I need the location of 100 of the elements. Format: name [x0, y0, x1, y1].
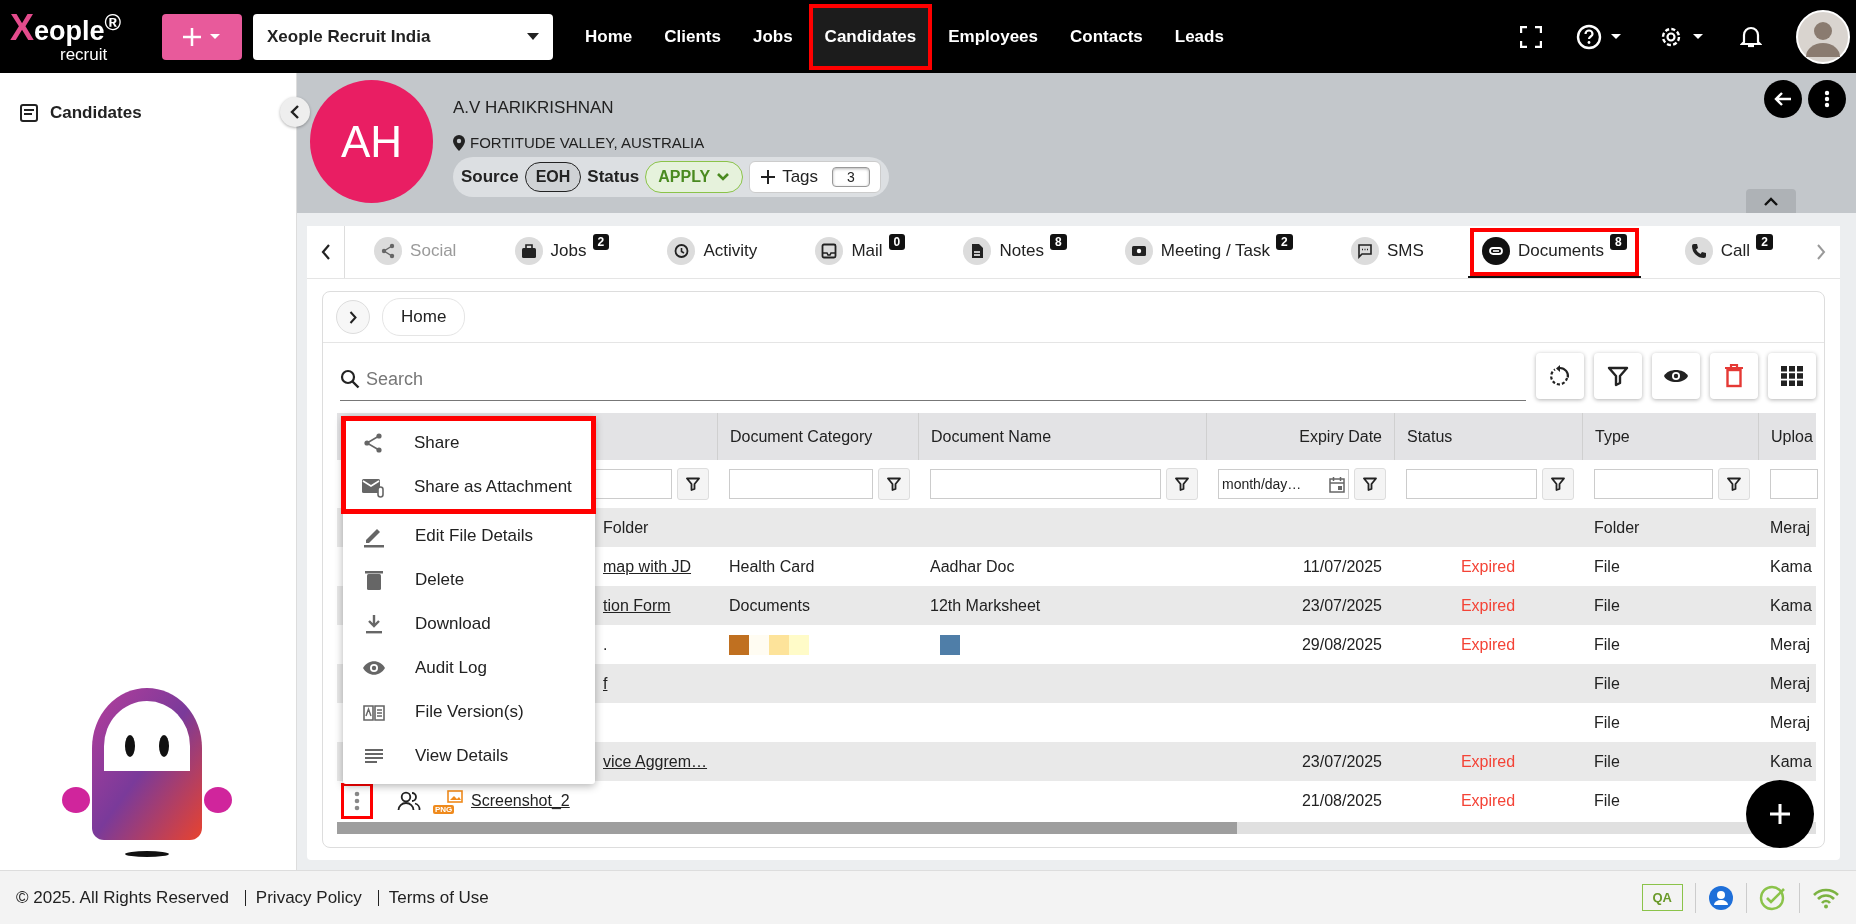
organization-select[interactable]: Xeople Recruit India: [253, 13, 553, 60]
collapse-header-button[interactable]: [1746, 189, 1796, 213]
refresh-icon: [1548, 364, 1572, 388]
expand-folders-button[interactable]: [336, 300, 370, 334]
filter-icon: [1175, 477, 1189, 491]
help-icon[interactable]: [1576, 22, 1624, 51]
date-filter-field[interactable]: month/day…: [1218, 469, 1349, 499]
logo-text[interactable]: Xeople$^{®}$: [10, 10, 150, 46]
add-button[interactable]: [1746, 780, 1814, 848]
menu-item[interactable]: View Details: [343, 734, 595, 778]
column-header[interactable]: Status: [1394, 413, 1582, 460]
file-name-link[interactable]: map with JD: [603, 557, 692, 576]
filter-field[interactable]: [930, 469, 1161, 499]
nav-link[interactable]: Home: [569, 3, 649, 70]
table-cell: Kama: [1770, 752, 1812, 771]
menu-item[interactable]: Delete: [343, 558, 595, 602]
more-options-button[interactable]: [1808, 80, 1846, 118]
search-field[interactable]: Search: [364, 367, 1526, 391]
caret-icon: [527, 32, 539, 41]
column-header[interactable]: Uploa: [1758, 413, 1818, 460]
breadcrumb-link[interactable]: Home: [382, 298, 466, 336]
chevron-right-icon: [349, 310, 357, 324]
file-name-link[interactable]: tion Form: [603, 596, 671, 615]
menu-item[interactable]: Share as Attachment: [346, 465, 591, 509]
table-cell: 29/08/2025: [1301, 635, 1382, 654]
chevron-left-icon: [290, 105, 300, 119]
column-filter-button[interactable]: [677, 468, 709, 500]
notification-bell-icon[interactable]: [1740, 24, 1762, 49]
file-name-link[interactable]: f: [603, 674, 608, 693]
fullscreen-icon[interactable]: [1520, 25, 1542, 48]
column-header[interactable]: Document Name: [918, 413, 1206, 460]
nav-link[interactable]: Candidates: [808, 3, 933, 70]
briefcase-icon: [514, 237, 543, 265]
chat-icon: [1350, 237, 1379, 265]
column-filter-button[interactable]: [878, 468, 910, 500]
file-name: .: [603, 635, 608, 654]
delete-button[interactable]: [1710, 353, 1758, 399]
filter-field[interactable]: [1594, 469, 1713, 499]
column-header[interactable]: Type: [1582, 413, 1758, 460]
horizontal-scrollbar[interactable]: [337, 822, 1816, 834]
status-dropdown[interactable]: APPLY: [645, 161, 744, 193]
table-cell: 23/07/2025: [1301, 752, 1382, 771]
column-filter-button[interactable]: [1354, 468, 1386, 500]
history-icon: [667, 237, 696, 265]
filter-icon: [1606, 364, 1630, 388]
check-circle-icon[interactable]: [1759, 883, 1787, 912]
filter-field[interactable]: [1406, 469, 1537, 499]
footer-link[interactable]: Terms of Use: [388, 887, 489, 908]
collapse-sidebar-button[interactable]: [280, 97, 310, 127]
filter-button[interactable]: [1594, 353, 1642, 399]
sidebar-item[interactable]: Candidates: [0, 73, 296, 153]
status-text: Expired: [1460, 596, 1516, 615]
filter-field[interactable]: [1770, 469, 1818, 499]
chevron-down-icon: [716, 172, 731, 182]
menu-item[interactable]: Download: [343, 602, 595, 646]
chevron-left-icon: [320, 244, 331, 260]
menu-item[interactable]: Share: [346, 421, 591, 465]
create-button[interactable]: [162, 13, 242, 60]
column-filter-button[interactable]: [1166, 468, 1198, 500]
tags-button[interactable]: Tags 3: [749, 161, 881, 193]
menu-item[interactable]: File Version(s): [343, 690, 595, 734]
table-cell: Aadhar Doc: [930, 557, 1015, 576]
table-cell: Meraj: [1770, 518, 1810, 537]
file-name-link[interactable]: vice Aggrem…: [603, 752, 708, 771]
menu-item[interactable]: Audit Log: [343, 646, 595, 690]
nav-link[interactable]: Leads: [1158, 3, 1240, 70]
column-header[interactable]: Document Category: [717, 413, 918, 460]
menu-item[interactable]: Edit File Details: [343, 514, 595, 558]
file-name-link[interactable]: Screenshot_2: [471, 791, 570, 810]
view-button[interactable]: [1652, 353, 1700, 399]
table-cell: Meraj: [1770, 674, 1810, 693]
back-button[interactable]: [1764, 80, 1802, 118]
grid-view-button[interactable]: [1768, 353, 1816, 399]
filter-field[interactable]: [729, 469, 873, 499]
table-cell: Kama: [1770, 557, 1812, 576]
column-filter-button[interactable]: [1542, 468, 1574, 500]
table-cell: File: [1594, 635, 1620, 654]
note-icon: [963, 237, 992, 265]
tag-count: 3: [832, 167, 870, 187]
nav-link[interactable]: Clients: [648, 3, 737, 70]
footer-link[interactable]: Privacy Policy: [255, 887, 362, 908]
eye-icon: [1663, 367, 1689, 385]
nav-link[interactable]: Jobs: [736, 3, 809, 70]
shared-users-icon: [397, 790, 421, 811]
user-avatar[interactable]: [1796, 9, 1850, 64]
table-cell: File: [1594, 557, 1620, 576]
column-header[interactable]: Expiry Date: [1206, 413, 1394, 460]
status-text: Expired: [1460, 635, 1516, 654]
nav-link[interactable]: Contacts: [1054, 3, 1159, 70]
scroll-left-button[interactable]: [307, 226, 345, 278]
environment-badge: QA: [1641, 884, 1683, 911]
nav-link[interactable]: Employees: [932, 3, 1054, 70]
tab[interactable]: Documents 8: [1467, 226, 1641, 278]
table-cell: Folder: [1594, 518, 1640, 537]
user-profile-icon[interactable]: [1708, 884, 1734, 911]
refresh-button[interactable]: [1536, 353, 1584, 399]
more-vertical-icon: [1824, 90, 1830, 108]
chevron-right-icon: [1816, 244, 1826, 260]
table-cell: File: [1594, 752, 1620, 771]
column-filter-button[interactable]: [1718, 468, 1750, 500]
